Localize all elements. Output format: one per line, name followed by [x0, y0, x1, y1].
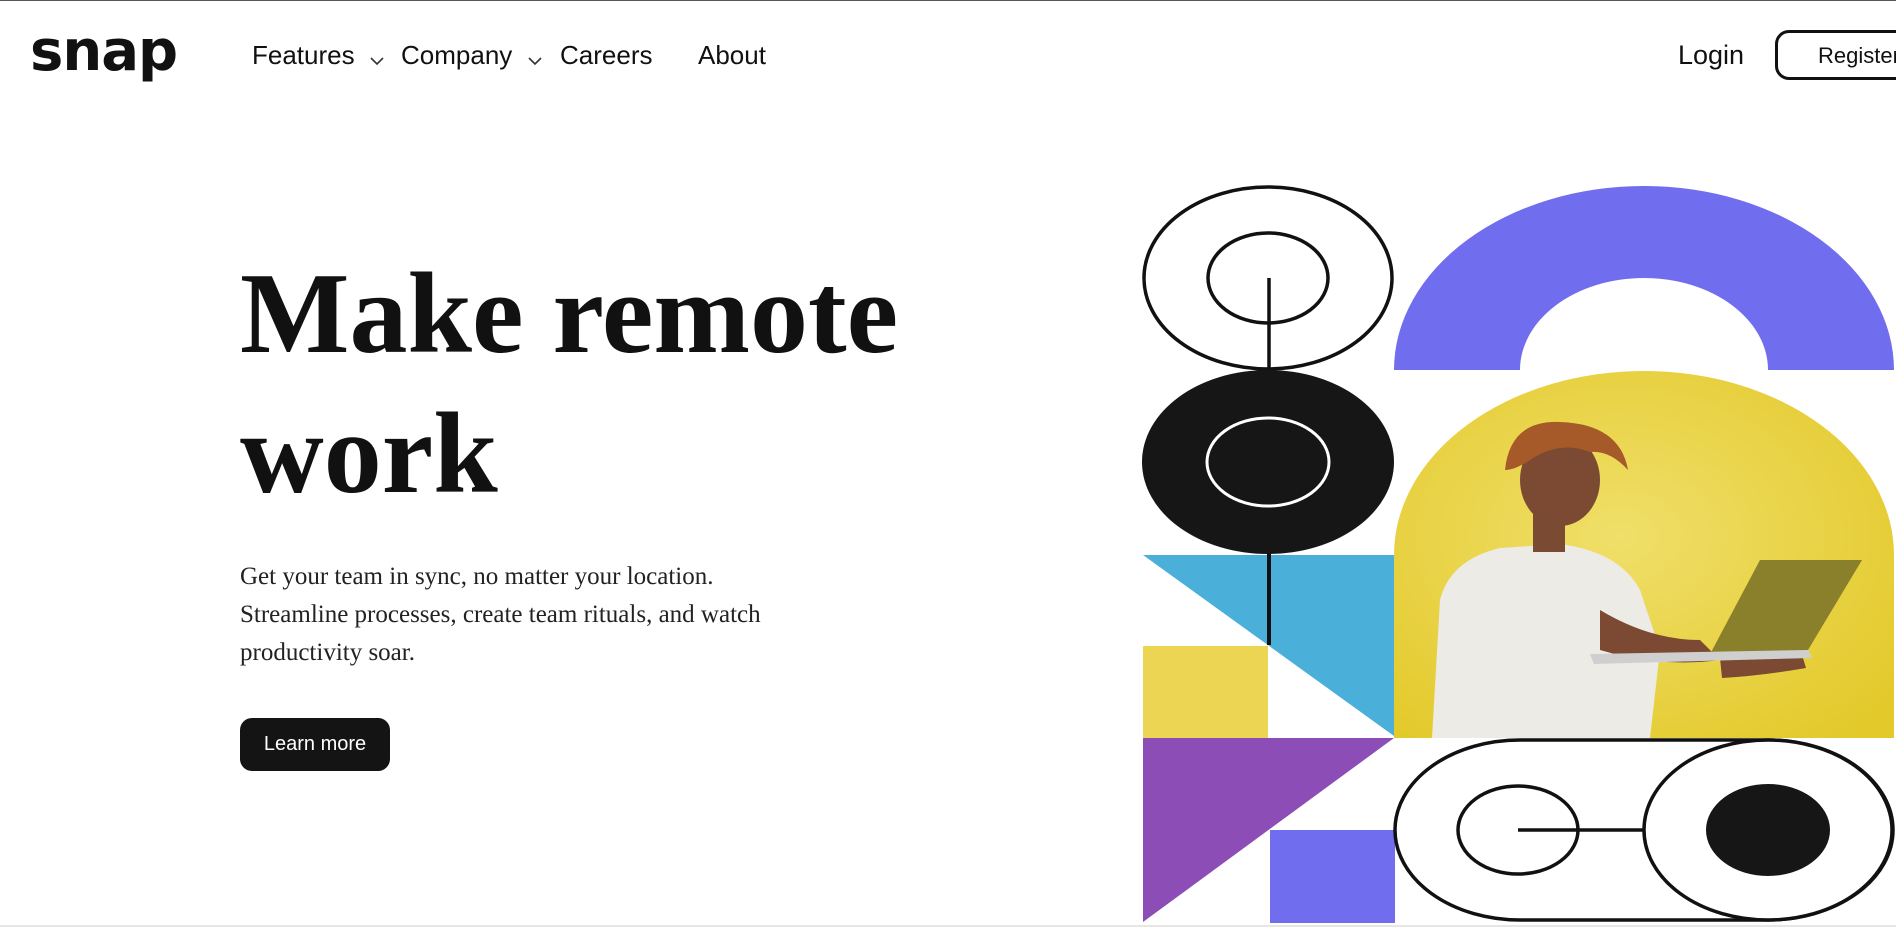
brand-logo[interactable]: snap [30, 24, 178, 80]
purple-square-shape [1270, 830, 1395, 923]
nav-item-about[interactable]: About [698, 40, 766, 71]
pill-ring-graphic [1393, 738, 1895, 922]
register-button[interactable]: Register [1775, 30, 1896, 80]
login-link[interactable]: Login [1678, 40, 1744, 71]
nav-item-label: Company [401, 40, 513, 70]
nav-item-label: Careers [560, 40, 653, 70]
purple-arch-shape [1394, 186, 1894, 370]
nav-item-careers[interactable]: Careers [560, 40, 652, 71]
hero-subtext: Get your team in sync, no matter your lo… [240, 563, 761, 666]
hero-illustration [1142, 185, 1895, 923]
top-border [0, 0, 1896, 1]
nav-item-label: About [698, 40, 766, 70]
hero-headline-line2: work [240, 390, 498, 518]
nav-item-features[interactable]: Features [252, 40, 384, 73]
nav-item-company[interactable]: Company [401, 40, 542, 73]
chevron-down-icon [370, 42, 384, 73]
chevron-down-icon [527, 42, 542, 73]
learn-more-button[interactable]: Learn more [240, 718, 390, 771]
person-with-laptop-photo [1394, 371, 1894, 738]
hero-headline-line1: Make remote [240, 250, 899, 378]
yellow-square-shape [1143, 646, 1268, 738]
ring-graphic [1142, 185, 1394, 371]
hero-headline: Make remote work [240, 244, 1000, 524]
nav-item-label: Features [252, 40, 355, 70]
